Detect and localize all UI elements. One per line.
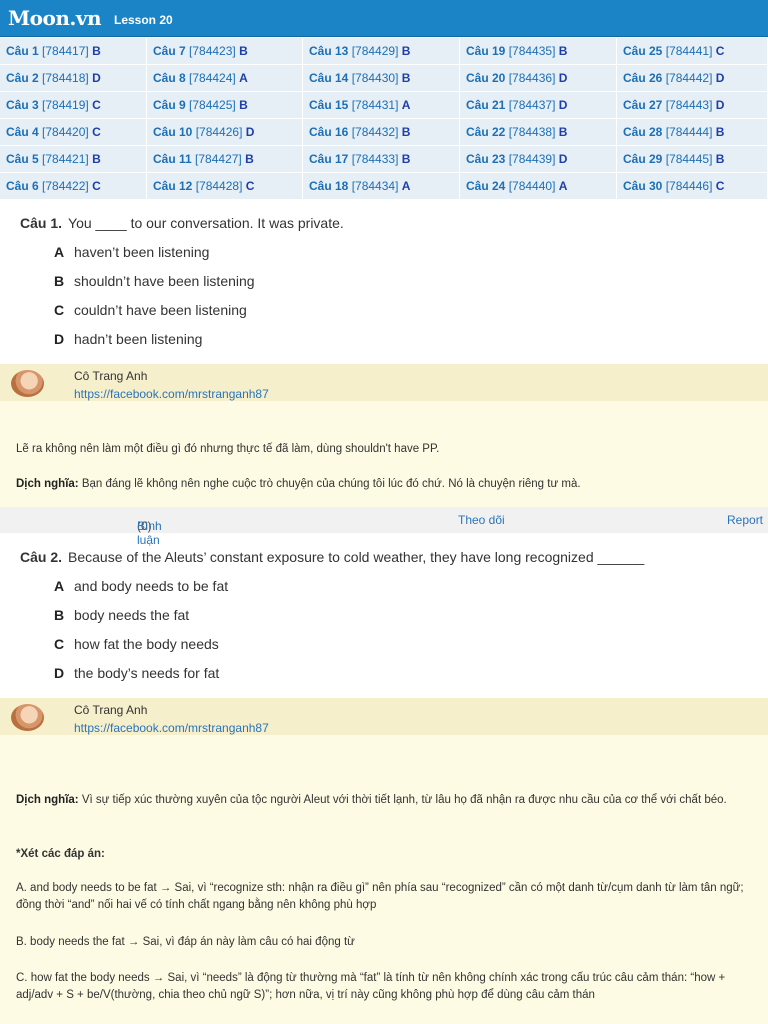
answer-cell[interactable]: Câu 6 [784422] C bbox=[0, 173, 147, 200]
q1-option-b[interactable]: Bshouldn’t have been listening bbox=[54, 273, 255, 289]
answer-cell[interactable]: Câu 26 [784442] D bbox=[617, 65, 768, 92]
answer-cell[interactable]: Câu 16 [784432] B bbox=[303, 119, 460, 146]
q1-option-a[interactable]: Ahaven’t been listening bbox=[54, 244, 209, 260]
solution-translation: Dịch nghĩa: Vì sự tiếp xúc thường xuyên … bbox=[16, 794, 727, 806]
report-button[interactable]: Report bbox=[727, 513, 763, 527]
answer-cell[interactable]: Câu 10 [784426] D bbox=[147, 119, 303, 146]
solution-explanation: Lẽ ra không nên làm một điều gì đó nhưng… bbox=[16, 443, 440, 455]
question-1: Câu 1. You ____ to our conversation. It w… bbox=[20, 215, 344, 231]
answer-cell[interactable]: Câu 20 [784436] D bbox=[460, 65, 617, 92]
answer-cell[interactable]: Câu 3 [784419] C bbox=[0, 92, 147, 119]
q1-option-c[interactable]: Ccouldn’t have been listening bbox=[54, 302, 247, 318]
solution-1: Lẽ ra không nên làm một điều gì đó nhưng… bbox=[0, 401, 768, 507]
question-2: Câu 2. Because of the Aleuts’ constant ex… bbox=[20, 549, 644, 565]
lesson-title: Lesson 20 bbox=[113, 12, 173, 27]
review-option-c: C. how fat the body needs → Sai, vì “nee… bbox=[16, 972, 726, 1001]
answer-cell[interactable]: Câu 1 [784417] B bbox=[0, 38, 147, 65]
author-link[interactable]: https://facebook.com/mrstranganh87 bbox=[74, 387, 269, 401]
answer-cell[interactable]: Câu 30 [784446] C bbox=[617, 173, 768, 200]
avatar bbox=[11, 370, 44, 397]
answer-cell[interactable]: Câu 11 [784427] B bbox=[147, 146, 303, 173]
answer-cell[interactable]: Câu 21 [784437] D bbox=[460, 92, 617, 119]
author-block: Cô Trang Anh https://facebook.com/mrstra… bbox=[0, 364, 768, 401]
answer-cell[interactable]: Câu 8 [784424] A bbox=[147, 65, 303, 92]
answer-cell[interactable]: Câu 2 [784418] D bbox=[0, 65, 147, 92]
author-block: Cô Trang Anh https://facebook.com/mrstra… bbox=[0, 698, 768, 735]
question-label: Câu 1. bbox=[20, 215, 63, 231]
q2-option-b[interactable]: Bbody needs the fat bbox=[54, 607, 189, 623]
answer-cell[interactable]: Câu 5 [784421] B bbox=[0, 146, 147, 173]
review-option-b: B. body needs the fat → Sai, vì đáp án n… bbox=[16, 936, 355, 948]
answer-cell[interactable]: Câu 13 [784429] B bbox=[303, 38, 460, 65]
review-option-a: A. and body needs to be fat → Sai, vì “r… bbox=[16, 882, 744, 911]
answer-cell[interactable]: Câu 9 [784425] B bbox=[147, 92, 303, 119]
top-bar: Moon.vn Lesson 20 bbox=[0, 0, 768, 37]
question-text: Because of the Aleuts’ constant exposure… bbox=[68, 549, 645, 565]
answer-cell[interactable]: Câu 12 [784428] C bbox=[147, 173, 303, 200]
site-logo[interactable]: Moon.vn bbox=[8, 6, 101, 30]
answer-cell[interactable]: Câu 27 [784443] D bbox=[617, 92, 768, 119]
solution-translation: Dịch nghĩa: Bạn đáng lẽ không nên nghe c… bbox=[16, 478, 581, 490]
answer-cell[interactable]: Câu 14 [784430] B bbox=[303, 65, 460, 92]
answer-cell[interactable]: Câu 17 [784433] B bbox=[303, 146, 460, 173]
q2-option-c[interactable]: Chow fat the body needs bbox=[54, 636, 219, 652]
solution-2: Dịch nghĩa: Vì sự tiếp xúc thường xuyên … bbox=[0, 735, 768, 1024]
answer-cell[interactable]: Câu 23 [784439] D bbox=[460, 146, 617, 173]
author-link[interactable]: https://facebook.com/mrstranganh87 bbox=[74, 721, 269, 735]
answer-key-grid: Câu 1 [784417] B Câu 7 [784423] B Câu 13 [… bbox=[0, 38, 768, 200]
avatar bbox=[11, 704, 44, 731]
question-actions: (0) Bình luận Theo dõi Report bbox=[0, 507, 768, 547]
answer-cell[interactable]: Câu 7 [784423] B bbox=[147, 38, 303, 65]
question-text: You ____ to our conversation. It was pri… bbox=[68, 215, 344, 231]
review-heading: *Xét các đáp án: bbox=[16, 848, 105, 860]
q1-option-d[interactable]: Dhadn’t been listening bbox=[54, 331, 202, 347]
q2-option-a[interactable]: Aand body needs to be fat bbox=[54, 578, 228, 594]
answer-cell[interactable]: Câu 4 [784420] C bbox=[0, 119, 147, 146]
author-name: Cô Trang Anh bbox=[74, 703, 148, 717]
q2-option-d[interactable]: Dthe body’s needs for fat bbox=[54, 665, 219, 681]
answer-cell[interactable]: Câu 24 [784440] A bbox=[460, 173, 617, 200]
follow-button[interactable]: Theo dõi bbox=[458, 513, 505, 527]
author-name: Cô Trang Anh bbox=[74, 369, 148, 383]
question-label: Câu 2. bbox=[20, 549, 63, 565]
answer-cell[interactable]: Câu 22 [784438] B bbox=[460, 119, 617, 146]
answer-cell[interactable]: Câu 29 [784445] B bbox=[617, 146, 768, 173]
answer-cell[interactable]: Câu 25 [784441] C bbox=[617, 38, 768, 65]
answer-cell[interactable]: Câu 28 [784444] B bbox=[617, 119, 768, 146]
answer-cell[interactable]: Câu 19 [784435] B bbox=[460, 38, 617, 65]
answer-cell[interactable]: Câu 15 [784431] A bbox=[303, 92, 460, 119]
answer-cell[interactable]: Câu 18 [784434] A bbox=[303, 173, 460, 200]
